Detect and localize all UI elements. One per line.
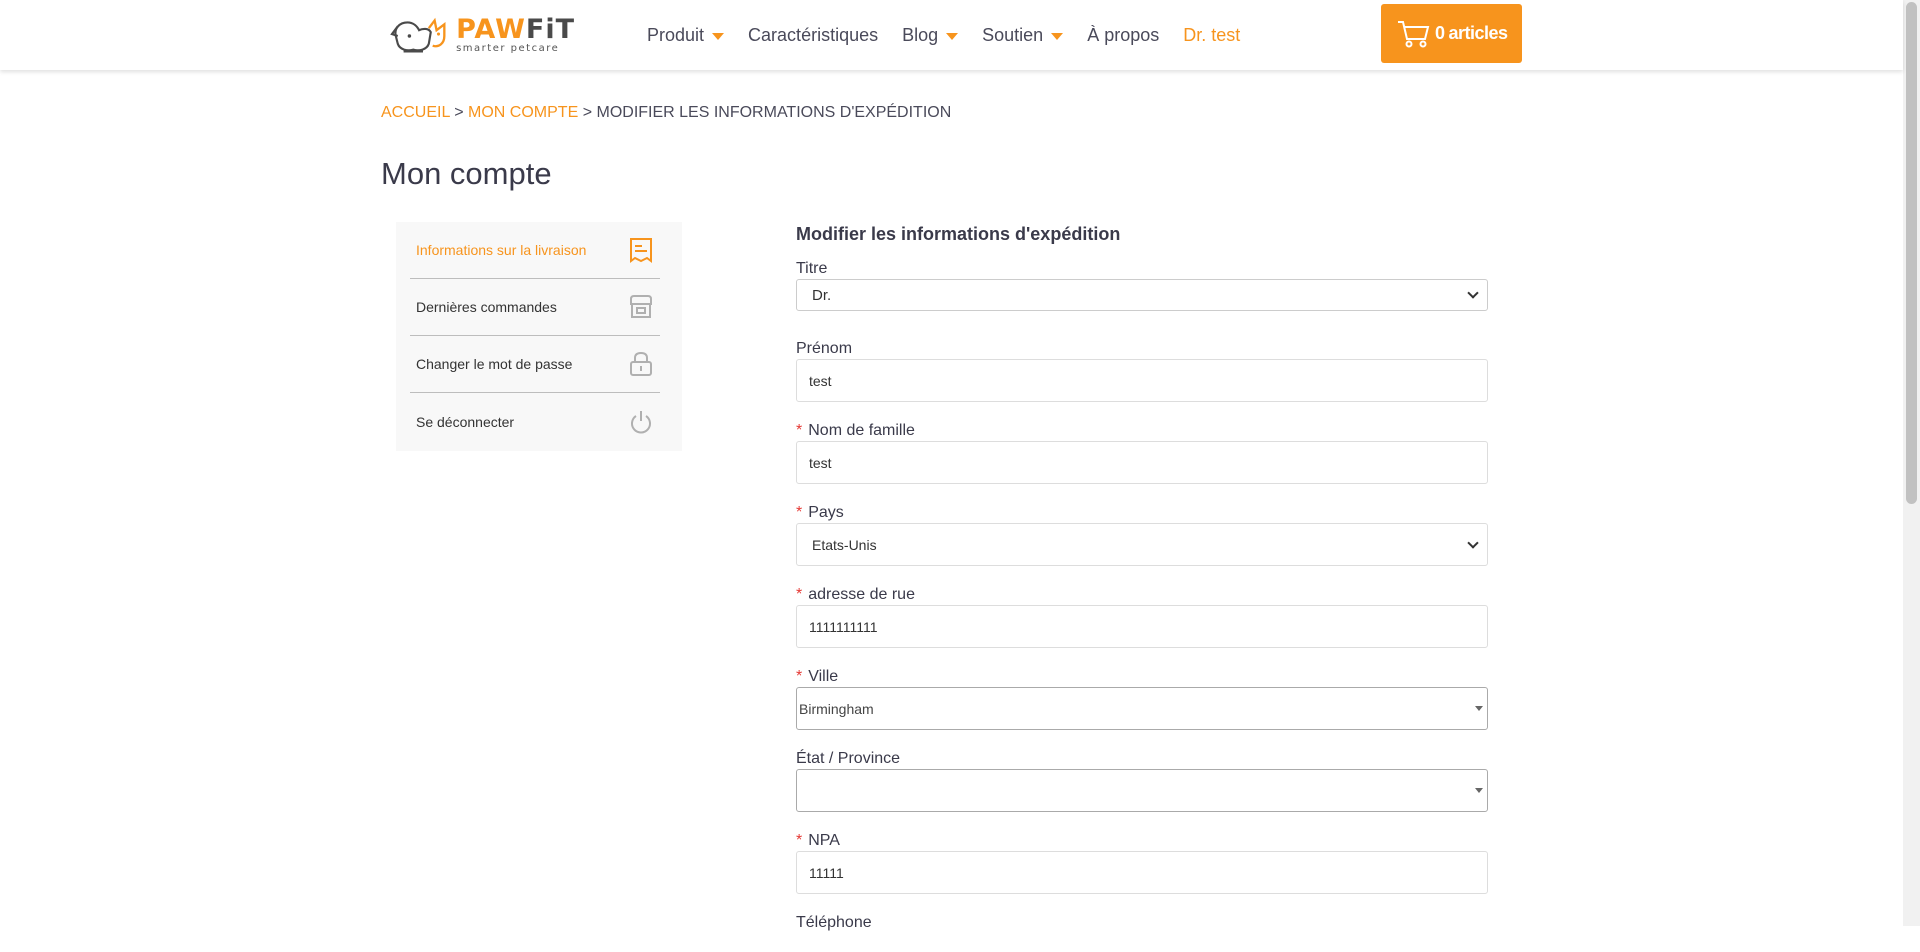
country-select-value: Etats-Unis	[812, 536, 877, 553]
nav-label: Caractéristiques	[748, 24, 879, 45]
cart-button[interactable]: 0 articles	[1381, 4, 1522, 63]
cart-count: 0	[1435, 23, 1445, 43]
form-title: Modifier les informations d'expédition	[796, 224, 1121, 244]
caret-down-icon	[712, 32, 725, 40]
state-select[interactable]	[796, 769, 1488, 812]
first-name-input[interactable]: test	[796, 359, 1488, 402]
country-select[interactable]: Etats-Unis	[796, 523, 1488, 566]
last-name-input[interactable]: test	[796, 441, 1488, 484]
logo-word-paw: PAW	[456, 14, 526, 45]
nav-item-soutien[interactable]: Soutien	[982, 24, 1064, 46]
sidebar-item-label: Changer le mot de passe	[416, 356, 573, 372]
scrollbar-thumb[interactable]	[1906, 2, 1917, 504]
page-title: Mon compte	[381, 156, 552, 191]
logo-word-fit: FiT	[525, 14, 575, 45]
user-account-link[interactable]: Dr. test	[1183, 25, 1240, 46]
shipping-form: Modifier les informations d'expédition T…	[796, 224, 1488, 952]
sidebar-item-label: Dernières commandes	[416, 299, 557, 315]
zip-label-text: NPA	[808, 832, 840, 849]
field-group-last-name: * Nom de famille test	[796, 421, 1488, 484]
title-label: Titre	[796, 260, 828, 277]
nav-item-caracteristiques[interactable]: Caractéristiques	[748, 25, 878, 46]
cart-label: articles	[1448, 23, 1509, 43]
breadcrumb-separator: >	[454, 104, 464, 121]
title-select-value: Dr.	[812, 286, 832, 304]
caret-down-icon	[946, 32, 959, 40]
required-mark: *	[796, 422, 803, 439]
triangle-down-icon	[1475, 788, 1483, 793]
field-group-state: État / Province	[796, 749, 1488, 812]
field-group-street: * adresse de rue 1111111111	[796, 585, 1488, 648]
zip-label: * NPA	[796, 831, 1488, 851]
title-select[interactable]: Dr.	[796, 279, 1488, 311]
nav-label: Blog	[902, 24, 939, 45]
caret-down-icon	[1051, 32, 1064, 40]
breadcrumb-home[interactable]: ACCUEIL	[381, 104, 450, 121]
country-label: * Pays	[796, 503, 1488, 523]
required-mark: *	[796, 668, 803, 685]
sidebar-item-logout[interactable]: Se déconnecter	[410, 393, 660, 450]
sidebar-item-change-password[interactable]: Changer le mot de passe	[410, 336, 660, 393]
pawfit-logo[interactable]: PAWFiT smarter petcare	[390, 14, 575, 58]
logo-text: PAWFiT smarter petcare	[456, 14, 575, 55]
city-label: * Ville	[796, 667, 1488, 687]
power-icon	[631, 410, 651, 433]
account-sidebar: Informations sur la livraison Dernières …	[396, 222, 682, 451]
chevron-down-icon	[1467, 287, 1479, 299]
page-scrollbar[interactable]	[1903, 0, 1920, 926]
main-nav: Produit Caractéristiques Blog Soutien À …	[647, 0, 1264, 70]
lock-icon	[630, 351, 652, 376]
logo-tagline: smarter petcare	[456, 43, 560, 54]
city-label-text: Ville	[808, 668, 839, 685]
breadcrumb-current: MODIFIER LES INFORMATIONS D'EXPÉDITION	[596, 104, 952, 121]
street-input[interactable]: 1111111111	[796, 605, 1488, 648]
state-label: État / Province	[796, 750, 901, 767]
site-header: PAWFiT smarter petcare Produit Caractéri…	[0, 0, 1903, 70]
nav-label: Soutien	[982, 24, 1044, 45]
city-select-value: Birmingham	[799, 700, 874, 717]
triangle-down-icon	[1475, 706, 1483, 711]
sidebar-item-shipping-info[interactable]: Informations sur la livraison	[410, 222, 660, 279]
nav-label: Produit	[647, 24, 705, 45]
field-group-city: * Ville Birmingham	[796, 667, 1488, 730]
last-name-label-text: Nom de famille	[808, 422, 915, 439]
logo-wordmark: PAWFiT	[456, 14, 575, 45]
nav-item-produit[interactable]: Produit	[647, 24, 725, 46]
required-mark: *	[796, 586, 803, 603]
field-group-first-name: Prénom test	[796, 339, 1488, 402]
store-icon	[630, 295, 652, 318]
zip-input[interactable]: 11111	[796, 851, 1488, 894]
breadcrumb-account[interactable]: MON COMPTE	[468, 104, 578, 121]
first-name-label: Prénom	[796, 340, 853, 357]
nav-label: À propos	[1087, 24, 1160, 45]
breadcrumb: ACCUEIL > MON COMPTE > MODIFIER LES INFO…	[381, 104, 951, 122]
field-group-country: * Pays Etats-Unis	[796, 503, 1488, 566]
city-select[interactable]: Birmingham	[796, 687, 1488, 730]
field-group-phone: Téléphone	[796, 913, 1488, 933]
sidebar-item-label: Se déconnecter	[416, 413, 515, 430]
phone-label: Téléphone	[796, 914, 872, 931]
nav-item-blog[interactable]: Blog	[902, 24, 959, 46]
required-mark: *	[796, 504, 803, 521]
receipt-icon	[630, 238, 652, 263]
field-group-title: Titre Dr.	[796, 259, 1488, 311]
chevron-down-icon	[1467, 536, 1479, 549]
required-mark: *	[796, 832, 803, 849]
field-group-zip: * NPA 11111	[796, 831, 1488, 894]
street-label-text: adresse de rue	[808, 586, 915, 603]
last-name-label: * Nom de famille	[796, 421, 1488, 441]
street-label: * adresse de rue	[796, 585, 1488, 605]
country-label-text: Pays	[808, 504, 844, 521]
cart-icon	[1398, 20, 1430, 47]
breadcrumb-separator: >	[582, 104, 593, 121]
nav-item-a-propos[interactable]: À propos	[1087, 25, 1159, 46]
sidebar-item-recent-orders[interactable]: Dernières commandes	[410, 279, 660, 336]
dog-cat-logo-icon	[390, 17, 446, 53]
sidebar-item-label: Informations sur la livraison	[416, 242, 587, 258]
